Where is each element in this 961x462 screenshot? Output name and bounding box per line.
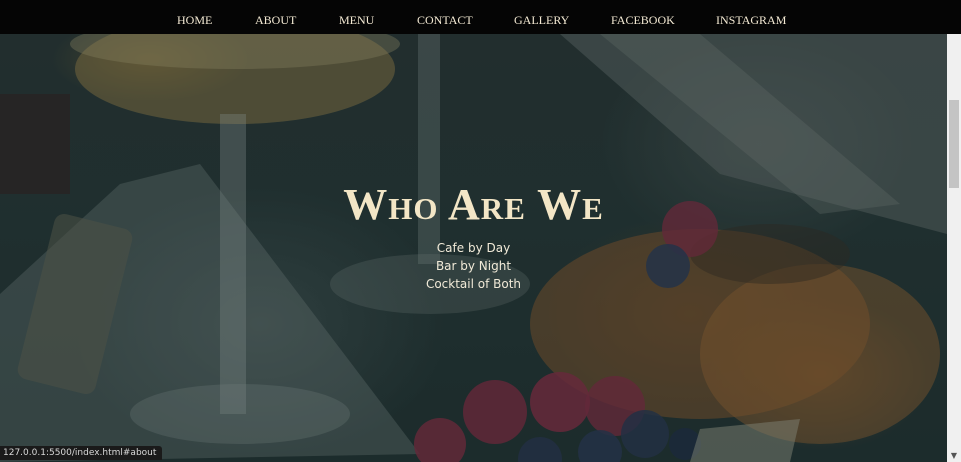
status-bar-url: 127.0.0.1:5500/index.html#about <box>0 446 163 460</box>
scroll-down-arrow-icon[interactable]: ▼ <box>947 450 961 462</box>
vertical-scrollbar[interactable]: ▼ <box>947 34 961 462</box>
nav-link-about[interactable]: ABOUT <box>255 0 296 34</box>
nav-link-menu[interactable]: MENU <box>339 0 374 34</box>
hero-title: Who Are We <box>343 180 604 229</box>
nav-link-instagram[interactable]: INSTAGRAM <box>716 0 786 34</box>
top-nav: HOME ABOUT MENU CONTACT GALLERY FACEBOOK… <box>0 0 961 34</box>
tagline-cafe: Cafe by Day <box>436 241 511 255</box>
scrollbar-thumb[interactable] <box>949 100 959 188</box>
hero-section: Who Are We Cafe by Day Bar by Night Cock… <box>0 34 947 462</box>
tagline-bar: Bar by Night <box>435 259 512 273</box>
nav-link-home[interactable]: HOME <box>177 0 212 34</box>
tagline-cocktail: Cocktail of Both <box>425 277 522 291</box>
nav-link-gallery[interactable]: GALLERY <box>514 0 569 34</box>
nav-link-facebook[interactable]: FACEBOOK <box>611 0 675 34</box>
nav-link-contact[interactable]: CONTACT <box>417 0 473 34</box>
